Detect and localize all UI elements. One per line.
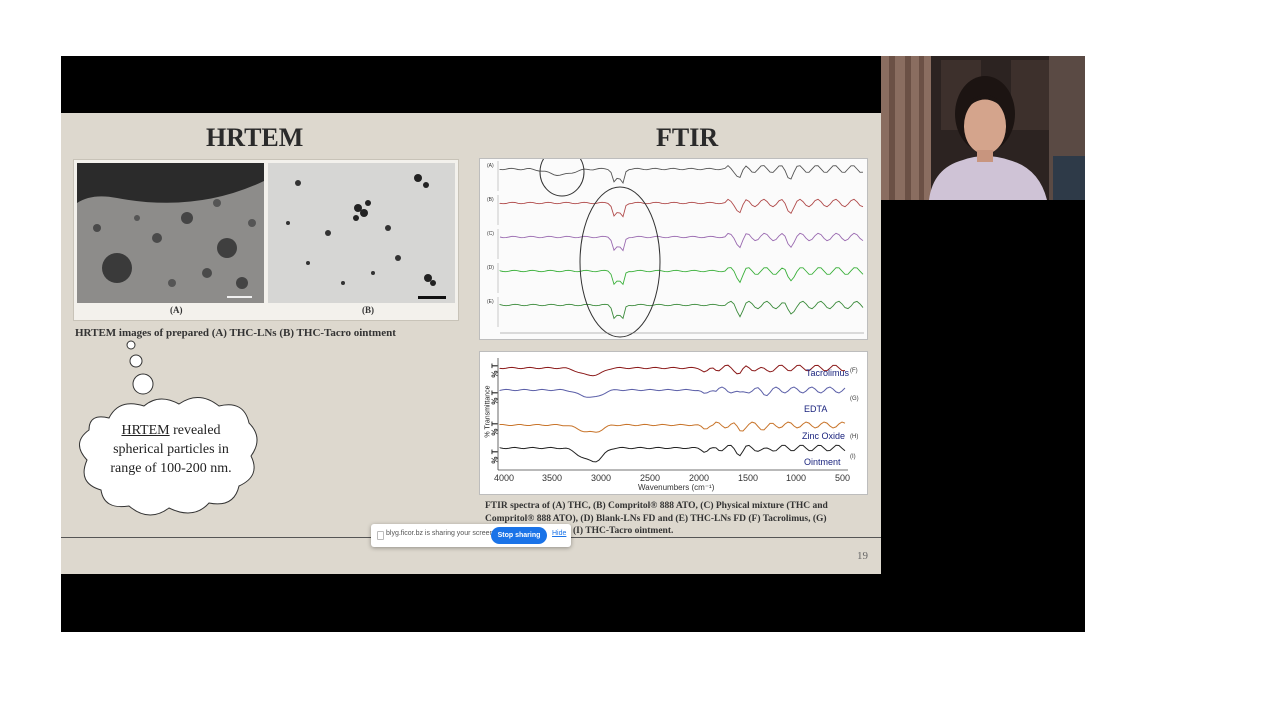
- ftir-upper-plot: (A) (B) (C) (D) (E): [480, 159, 867, 339]
- tem-image-a: [77, 163, 264, 303]
- cloud-text: HRTEM revealed spherical particles in ra…: [97, 421, 245, 478]
- x-tick-4000: 4000: [494, 473, 515, 483]
- trace-tag-i: (I): [850, 454, 856, 460]
- ftir-upper-tag-3: (C): [487, 231, 494, 237]
- trace-label-edta: EDTA: [804, 404, 828, 414]
- x-tick-1000: 1000: [786, 473, 807, 483]
- image-label-b: (B): [362, 305, 374, 315]
- ftir-lower-trace-4: [499, 444, 846, 463]
- hrtem-title: HRTEM: [206, 123, 304, 152]
- ftir-lower-chart: % Transmittance % T % T % T % T Tacrolim…: [479, 351, 868, 495]
- trace-tag-g: (G): [850, 396, 859, 402]
- ftir-lower-trace-2: [499, 386, 846, 398]
- ftir-upper-tag-2: (B): [487, 197, 494, 203]
- pct-t-2: % T: [490, 390, 500, 405]
- ftir-caption-line-1: FTIR spectra of (A) THC, (B) Compritol® …: [485, 501, 828, 511]
- x-tick-3000: 3000: [591, 473, 612, 483]
- trace-label-zinc-oxide: Zinc Oxide: [802, 431, 846, 441]
- ftir-upper-tag-5: (E): [487, 299, 494, 305]
- ftir-upper-tag-4: (D): [487, 265, 494, 271]
- share-message: blyg.ficor.bz is sharing your screen.: [386, 530, 496, 537]
- drag-handle-icon[interactable]: [377, 531, 384, 540]
- pct-t-1: % T: [490, 363, 500, 378]
- webcam-video: [881, 56, 1085, 200]
- hrtem-image-panel: (A) (B): [73, 159, 459, 321]
- x-tick-1500: 1500: [738, 473, 759, 483]
- ftir-lower-trace-1: [499, 364, 845, 377]
- ftir-lower-trace-3: [499, 421, 846, 433]
- ftir-title: FTIR: [656, 123, 719, 152]
- image-label-a: (A): [170, 305, 183, 315]
- ftir-upper-chart: (A) (B) (C) (D) (E): [479, 158, 868, 340]
- x-tick-3500: 3500: [542, 473, 563, 483]
- trace-tag-h: (H): [850, 434, 859, 440]
- x-tick-2500: 2500: [640, 473, 661, 483]
- page-number: 19: [857, 550, 868, 562]
- trace-label-tacrolimus: Tacrolimus: [806, 368, 850, 378]
- stop-sharing-button[interactable]: Stop sharing: [491, 527, 547, 544]
- tem-image-b: [268, 163, 455, 303]
- x-tick-2000: 2000: [689, 473, 710, 483]
- trace-tag-f: (F): [850, 368, 858, 374]
- slide: HRTEM FTIR (A) (B) HRTEM images of prepa…: [61, 113, 881, 574]
- x-tick-500: 500: [835, 473, 851, 483]
- ftir-upper-tag-1: (A): [487, 163, 494, 169]
- pct-t-4: % T: [490, 449, 500, 464]
- hide-link[interactable]: Hide: [552, 530, 566, 537]
- pct-t-3: % T: [490, 421, 500, 436]
- ftir-lower-xlabel: Wavenumbers (cm⁻¹): [638, 483, 715, 492]
- trace-label-ointment: Ointment: [804, 457, 841, 467]
- screen-share-bar: blyg.ficor.bz is sharing your screen. St…: [371, 524, 571, 547]
- cloud-text-head: HRTEM: [121, 423, 170, 438]
- ftir-upper-background: [480, 159, 867, 339]
